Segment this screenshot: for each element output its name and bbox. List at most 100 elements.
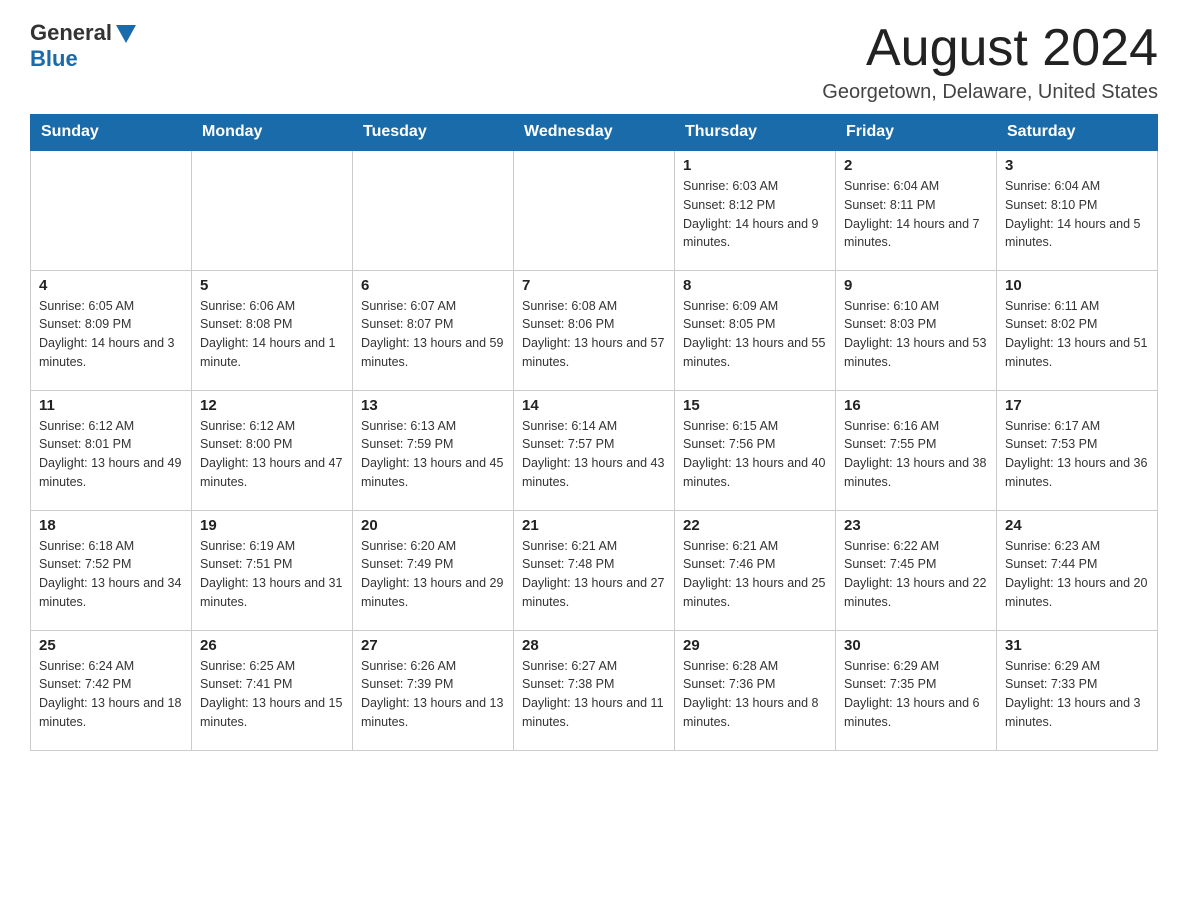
calendar-cell: 26 Sunrise: 6:25 AM Sunset: 7:41 PM Dayli… [192,630,353,750]
day-info: Sunrise: 6:25 AM Sunset: 7:41 PM Dayligh… [200,657,344,732]
day-info: Sunrise: 6:09 AM Sunset: 8:05 PM Dayligh… [683,297,827,372]
day-number: 27 [361,637,505,654]
calendar-cell: 25Sunrise: 6:24 AM Sunset: 7:42 PM Dayli… [31,630,192,750]
header-right: August 2024 Georgetown, Delaware, United… [822,20,1158,104]
calendar-cell: 1 Sunrise: 6:03 AM Sunset: 8:12 PM Daylig… [675,150,836,270]
day-number: 2 [844,157,988,174]
day-info: Sunrise: 6:18 AM Sunset: 7:52 PM Dayligh… [39,537,183,612]
day-info: Sunrise: 6:05 AM Sunset: 8:09 PM Dayligh… [39,297,183,372]
day-info: Sunrise: 6:22 AM Sunset: 7:45 PM Dayligh… [844,537,988,612]
day-number: 6 [361,277,505,294]
logo-blue-text: Blue [30,46,78,72]
weekday-header-friday: Friday [836,115,997,151]
calendar-table: SundayMondayTuesdayWednesdayThursdayFrid… [30,114,1158,751]
logo-triangle-icon [116,25,136,43]
day-info: Sunrise: 6:15 AM Sunset: 7:56 PM Dayligh… [683,417,827,492]
weekday-header-row: SundayMondayTuesdayWednesdayThursdayFrid… [31,115,1158,151]
day-info: Sunrise: 6:16 AM Sunset: 7:55 PM Dayligh… [844,417,988,492]
calendar-cell: 12Sunrise: 6:12 AM Sunset: 8:00 PM Dayli… [192,390,353,510]
calendar-cell [31,150,192,270]
day-number: 5 [200,277,344,294]
calendar-cell: 8 Sunrise: 6:09 AM Sunset: 8:05 PM Daylig… [675,270,836,390]
day-number: 8 [683,277,827,294]
calendar-cell: 7 Sunrise: 6:08 AM Sunset: 8:06 PM Daylig… [514,270,675,390]
calendar-cell: 20 Sunrise: 6:20 AM Sunset: 7:49 PM Dayli… [353,510,514,630]
weekday-header-thursday: Thursday [675,115,836,151]
location-text: Georgetown, Delaware, United States [822,81,1158,104]
day-number: 16 [844,397,988,414]
day-info: Sunrise: 6:29 AM Sunset: 7:33 PM Dayligh… [1005,657,1149,732]
calendar-cell: 2Sunrise: 6:04 AM Sunset: 8:11 PM Daylig… [836,150,997,270]
day-number: 23 [844,517,988,534]
day-info: Sunrise: 6:14 AM Sunset: 7:57 PM Dayligh… [522,417,666,492]
calendar-cell: 19Sunrise: 6:19 AM Sunset: 7:51 PM Dayli… [192,510,353,630]
day-info: Sunrise: 6:03 AM Sunset: 8:12 PM Dayligh… [683,177,827,252]
calendar-cell: 16 Sunrise: 6:16 AM Sunset: 7:55 PM Dayli… [836,390,997,510]
day-info: Sunrise: 6:04 AM Sunset: 8:10 PM Dayligh… [1005,177,1149,252]
day-number: 9 [844,277,988,294]
calendar-cell: 14 Sunrise: 6:14 AM Sunset: 7:57 PM Dayli… [514,390,675,510]
page-header: General Blue August 2024 Georgetown, Del… [30,20,1158,104]
calendar-cell: 23 Sunrise: 6:22 AM Sunset: 7:45 PM Dayli… [836,510,997,630]
day-info: Sunrise: 6:08 AM Sunset: 8:06 PM Dayligh… [522,297,666,372]
calendar-cell: 21 Sunrise: 6:21 AM Sunset: 7:48 PM Dayli… [514,510,675,630]
calendar-cell: 10 Sunrise: 6:11 AM Sunset: 8:02 PM Dayli… [997,270,1158,390]
day-info: Sunrise: 6:07 AM Sunset: 8:07 PM Dayligh… [361,297,505,372]
calendar-week-5: 25Sunrise: 6:24 AM Sunset: 7:42 PM Dayli… [31,630,1158,750]
day-number: 21 [522,517,666,534]
day-number: 29 [683,637,827,654]
month-title: August 2024 [822,20,1158,77]
day-info: Sunrise: 6:12 AM Sunset: 8:01 PM Dayligh… [39,417,183,492]
weekday-header-wednesday: Wednesday [514,115,675,151]
day-info: Sunrise: 6:10 AM Sunset: 8:03 PM Dayligh… [844,297,988,372]
day-info: Sunrise: 6:20 AM Sunset: 7:49 PM Dayligh… [361,537,505,612]
day-number: 3 [1005,157,1149,174]
day-info: Sunrise: 6:26 AM Sunset: 7:39 PM Dayligh… [361,657,505,732]
day-info: Sunrise: 6:23 AM Sunset: 7:44 PM Dayligh… [1005,537,1149,612]
calendar-week-4: 18 Sunrise: 6:18 AM Sunset: 7:52 PM Dayli… [31,510,1158,630]
day-number: 1 [683,157,827,174]
calendar-cell: 11Sunrise: 6:12 AM Sunset: 8:01 PM Dayli… [31,390,192,510]
day-info: Sunrise: 6:28 AM Sunset: 7:36 PM Dayligh… [683,657,827,732]
day-info: Sunrise: 6:06 AM Sunset: 8:08 PM Dayligh… [200,297,344,372]
calendar-cell: 31 Sunrise: 6:29 AM Sunset: 7:33 PM Dayli… [997,630,1158,750]
calendar-week-2: 4 Sunrise: 6:05 AM Sunset: 8:09 PM Daylig… [31,270,1158,390]
calendar-cell: 28 Sunrise: 6:27 AM Sunset: 7:38 PM Dayli… [514,630,675,750]
calendar-cell: 17Sunrise: 6:17 AM Sunset: 7:53 PM Dayli… [997,390,1158,510]
day-info: Sunrise: 6:11 AM Sunset: 8:02 PM Dayligh… [1005,297,1149,372]
day-info: Sunrise: 6:19 AM Sunset: 7:51 PM Dayligh… [200,537,344,612]
day-number: 22 [683,517,827,534]
day-number: 31 [1005,637,1149,654]
calendar-cell: 9 Sunrise: 6:10 AM Sunset: 8:03 PM Daylig… [836,270,997,390]
day-info: Sunrise: 6:12 AM Sunset: 8:00 PM Dayligh… [200,417,344,492]
day-number: 4 [39,277,183,294]
day-info: Sunrise: 6:29 AM Sunset: 7:35 PM Dayligh… [844,657,988,732]
day-info: Sunrise: 6:27 AM Sunset: 7:38 PM Dayligh… [522,657,666,732]
calendar-cell [353,150,514,270]
day-number: 7 [522,277,666,294]
day-number: 15 [683,397,827,414]
logo: General Blue [30,20,136,72]
day-number: 26 [200,637,344,654]
logo-general-text: General [30,20,112,46]
calendar-cell: 30Sunrise: 6:29 AM Sunset: 7:35 PM Dayli… [836,630,997,750]
calendar-cell: 3 Sunrise: 6:04 AM Sunset: 8:10 PM Daylig… [997,150,1158,270]
calendar-week-1: 1 Sunrise: 6:03 AM Sunset: 8:12 PM Daylig… [31,150,1158,270]
calendar-cell: 4 Sunrise: 6:05 AM Sunset: 8:09 PM Daylig… [31,270,192,390]
calendar-cell: 29 Sunrise: 6:28 AM Sunset: 7:36 PM Dayli… [675,630,836,750]
day-number: 28 [522,637,666,654]
day-number: 10 [1005,277,1149,294]
day-info: Sunrise: 6:24 AM Sunset: 7:42 PM Dayligh… [39,657,183,732]
day-number: 20 [361,517,505,534]
day-number: 14 [522,397,666,414]
day-number: 18 [39,517,183,534]
calendar-cell: 5 Sunrise: 6:06 AM Sunset: 8:08 PM Daylig… [192,270,353,390]
day-info: Sunrise: 6:21 AM Sunset: 7:48 PM Dayligh… [522,537,666,612]
day-number: 24 [1005,517,1149,534]
weekday-header-sunday: Sunday [31,115,192,151]
weekday-header-monday: Monday [192,115,353,151]
calendar-week-3: 11Sunrise: 6:12 AM Sunset: 8:01 PM Dayli… [31,390,1158,510]
day-info: Sunrise: 6:17 AM Sunset: 7:53 PM Dayligh… [1005,417,1149,492]
weekday-header-tuesday: Tuesday [353,115,514,151]
day-info: Sunrise: 6:13 AM Sunset: 7:59 PM Dayligh… [361,417,505,492]
